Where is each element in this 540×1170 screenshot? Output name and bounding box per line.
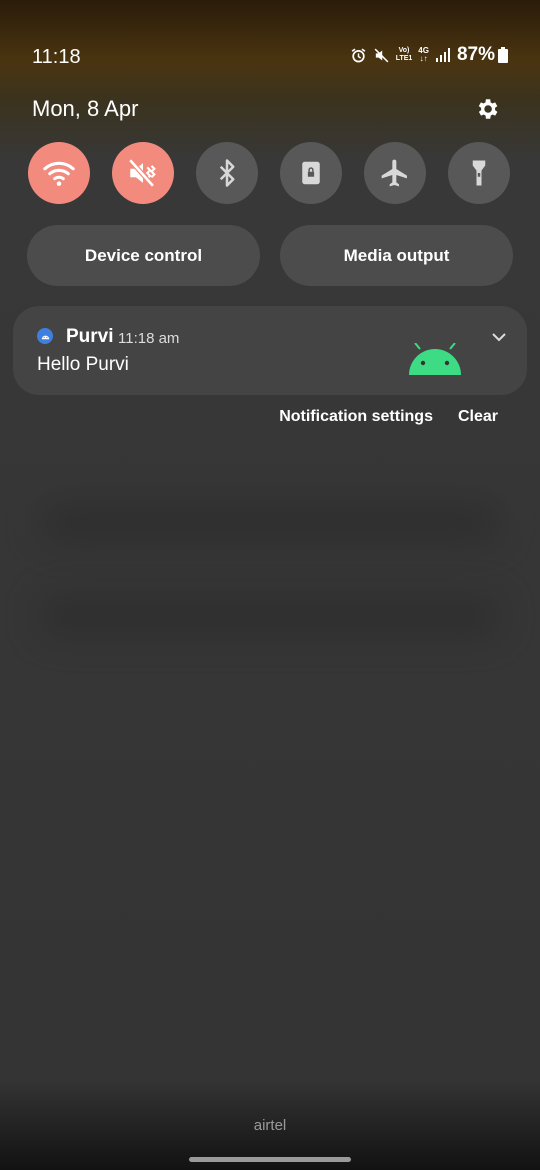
- bluetooth-icon: [219, 159, 235, 187]
- notification-time: 11:18 am: [118, 330, 180, 347]
- media-output-button[interactable]: Media output: [280, 225, 513, 286]
- wifi-toggle[interactable]: [28, 142, 90, 204]
- notification-settings-link[interactable]: Notification settings: [279, 408, 433, 426]
- bluetooth-toggle[interactable]: [196, 142, 258, 204]
- quick-settings-row: [28, 142, 510, 204]
- navigation-handle[interactable]: [189, 1157, 351, 1162]
- blurred-background: [40, 505, 500, 541]
- airplane-icon: [381, 159, 407, 187]
- control-pills: Device control Media output: [27, 225, 513, 286]
- mute-icon: [128, 158, 156, 188]
- signal-icon: [435, 47, 451, 63]
- notification-app-name: Purvi: [66, 326, 114, 347]
- wifi-icon: [43, 161, 75, 186]
- app-icon: [37, 328, 53, 344]
- flashlight-icon: [472, 160, 486, 186]
- device-control-button[interactable]: Device control: [27, 225, 260, 286]
- expand-chevron-icon[interactable]: [491, 330, 507, 348]
- android-robot-icon: [408, 342, 462, 380]
- battery-indicator: 87%: [457, 44, 508, 66]
- network-type-indicator: 4G ↓↑: [418, 46, 429, 63]
- status-bar: 11:18 Vo) LTE1 4G ↓↑ 87%: [0, 0, 540, 110]
- notification-text: Hello Purvi: [37, 354, 129, 375]
- status-icons: Vo) LTE1 4G ↓↑ 87%: [350, 44, 508, 66]
- rotation-lock-icon: [302, 161, 320, 185]
- status-time: 11:18: [32, 46, 81, 68]
- sound-mute-toggle[interactable]: [112, 142, 174, 204]
- battery-icon: [498, 47, 508, 63]
- carrier-label: airtel: [253, 1117, 287, 1134]
- clear-button[interactable]: Clear: [458, 408, 498, 426]
- alarm-icon: [350, 47, 367, 64]
- rotation-lock-toggle[interactable]: [280, 142, 342, 204]
- mute-status-icon: [373, 47, 390, 64]
- notification-card[interactable]: Purvi 11:18 am Hello Purvi: [13, 306, 527, 395]
- date-label: Mon, 8 Apr: [32, 96, 139, 121]
- volte-indicator: Vo) LTE1: [395, 47, 413, 62]
- flashlight-toggle[interactable]: [448, 142, 510, 204]
- notification-actions: Notification settings Clear: [279, 408, 498, 426]
- blurred-background: [40, 598, 500, 634]
- airplane-mode-toggle[interactable]: [364, 142, 426, 204]
- settings-gear-icon[interactable]: [474, 96, 500, 122]
